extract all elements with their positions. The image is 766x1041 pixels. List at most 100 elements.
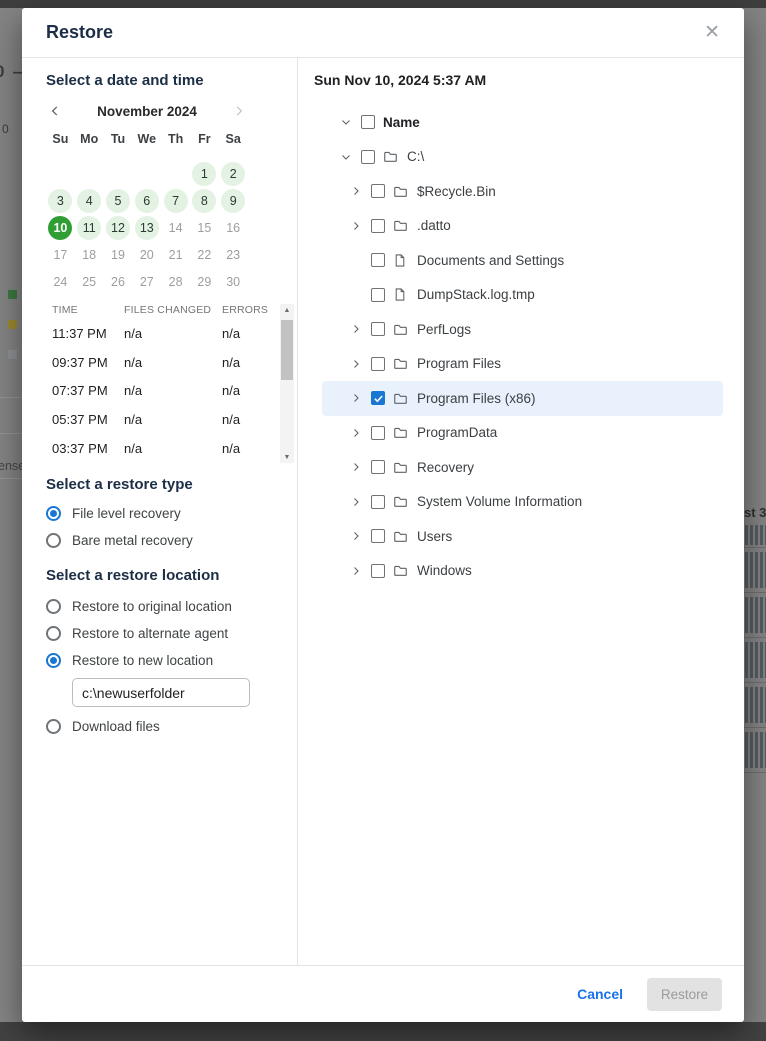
tree-row[interactable]: Windows bbox=[322, 554, 723, 589]
radio-button[interactable] bbox=[46, 626, 61, 641]
calendar-day[interactable]: 7 bbox=[163, 188, 188, 213]
tree-row[interactable]: PerfLogs bbox=[322, 312, 723, 347]
background-bottom-bar bbox=[0, 1022, 766, 1041]
calendar-day[interactable]: 13 bbox=[134, 215, 159, 240]
tree-row-label: Program Files bbox=[417, 356, 502, 372]
radio-option[interactable]: Restore to new location bbox=[46, 647, 273, 674]
calendar-day[interactable]: 3 bbox=[48, 188, 73, 213]
calendar-day[interactable]: 4 bbox=[77, 188, 102, 213]
checkbox[interactable] bbox=[371, 356, 385, 371]
calendar-day[interactable]: 10 bbox=[48, 215, 73, 240]
calendar-day[interactable]: 1 bbox=[192, 161, 217, 186]
calendar-prev-month-button[interactable] bbox=[46, 104, 64, 118]
calendar-next-month-button[interactable] bbox=[230, 104, 248, 118]
file-tree: Name C:\ $Recycle.Bin .datto Documents and S… bbox=[322, 105, 723, 588]
radio-button[interactable] bbox=[46, 719, 61, 734]
tree-row[interactable]: .datto bbox=[322, 209, 723, 244]
time-row[interactable]: 05:37 PM n/a n/a bbox=[46, 405, 294, 434]
radio-button[interactable] bbox=[46, 599, 61, 614]
radio-button[interactable] bbox=[46, 653, 61, 668]
close-icon[interactable]: ✕ bbox=[704, 23, 720, 42]
expand-toggle[interactable] bbox=[350, 461, 362, 473]
checkbox[interactable] bbox=[361, 115, 375, 130]
expand-toggle[interactable] bbox=[350, 530, 362, 542]
calendar-day[interactable]: 9 bbox=[221, 188, 246, 213]
checkbox[interactable] bbox=[371, 563, 385, 578]
restore-location-heading: Select a restore location bbox=[46, 567, 220, 584]
expand-toggle[interactable] bbox=[350, 358, 362, 370]
checkbox[interactable] bbox=[371, 460, 385, 475]
expand-toggle[interactable] bbox=[350, 185, 362, 197]
new-location-input[interactable] bbox=[72, 678, 250, 707]
errors-column-header: ERRORS bbox=[222, 304, 269, 316]
scrollbar-down-icon[interactable]: ▼ bbox=[280, 451, 294, 463]
time-scrollbar[interactable]: ▲ ▼ bbox=[280, 304, 294, 463]
time-row[interactable]: 09:37 PM n/a n/a bbox=[46, 348, 294, 377]
calendar-day[interactable]: 2 bbox=[221, 161, 246, 186]
radio-button[interactable] bbox=[46, 533, 61, 548]
scrollbar-up-icon[interactable]: ▲ bbox=[280, 304, 294, 316]
calendar-day[interactable]: 5 bbox=[105, 188, 130, 213]
calendar-day[interactable]: 12 bbox=[105, 215, 130, 240]
checkbox[interactable] bbox=[371, 322, 385, 337]
background-divider bbox=[744, 637, 766, 638]
radio-option[interactable]: File level recovery bbox=[46, 500, 273, 527]
chevron-right-icon bbox=[236, 106, 243, 116]
restore-type-heading: Select a restore type bbox=[46, 476, 193, 493]
expand-toggle[interactable] bbox=[350, 392, 362, 404]
calendar-day[interactable]: 6 bbox=[134, 188, 159, 213]
chevron-right-icon bbox=[354, 497, 359, 506]
checkbox[interactable] bbox=[361, 149, 375, 164]
calendar-day[interactable]: 11 bbox=[77, 215, 102, 240]
checkbox[interactable] bbox=[371, 287, 385, 302]
tree-row-label: PerfLogs bbox=[417, 321, 472, 337]
tree-row[interactable]: Program Files bbox=[322, 347, 723, 382]
background-text-fragment: 0 bbox=[2, 122, 9, 136]
expand-toggle[interactable] bbox=[350, 496, 362, 508]
radio-button[interactable] bbox=[46, 506, 61, 521]
checkbox[interactable] bbox=[371, 425, 385, 440]
chevron-right-icon bbox=[354, 394, 359, 403]
tree-row[interactable]: DumpStack.log.tmp bbox=[322, 278, 723, 313]
tree-header-row[interactable]: Name bbox=[322, 105, 723, 140]
time-value: 07:37 PM bbox=[52, 383, 108, 399]
checkbox[interactable] bbox=[371, 218, 385, 233]
tree-row[interactable]: Documents and Settings bbox=[322, 243, 723, 278]
checkbox[interactable] bbox=[371, 253, 385, 268]
radio-option[interactable]: Restore to original location bbox=[46, 593, 273, 620]
time-row[interactable]: 03:37 PM n/a n/a bbox=[46, 434, 294, 463]
radio-option[interactable]: Restore to alternate agent bbox=[46, 620, 273, 647]
files-changed-value: n/a bbox=[124, 412, 143, 428]
background-divider bbox=[0, 433, 22, 434]
restore-button[interactable]: Restore bbox=[647, 977, 722, 1011]
files-changed-value: n/a bbox=[124, 383, 143, 399]
tree-row[interactable]: System Volume Information bbox=[322, 485, 723, 520]
tree-row[interactable]: Program Files (x86) bbox=[322, 381, 723, 416]
calendar-empty-cell bbox=[46, 160, 75, 187]
checkbox[interactable] bbox=[371, 184, 385, 199]
scrollbar-thumb[interactable] bbox=[281, 320, 293, 380]
tree-row[interactable]: Recovery bbox=[322, 450, 723, 485]
expand-toggle[interactable] bbox=[350, 427, 362, 439]
expand-toggle[interactable] bbox=[350, 323, 362, 335]
radio-option[interactable]: Bare metal recovery bbox=[46, 527, 273, 554]
expand-toggle[interactable] bbox=[340, 116, 352, 128]
tree-row[interactable]: ProgramData bbox=[322, 416, 723, 451]
calendar-day[interactable]: 8 bbox=[192, 188, 217, 213]
tree-row[interactable]: Users bbox=[322, 519, 723, 554]
time-row[interactable]: 07:37 PM n/a n/a bbox=[46, 377, 294, 406]
tree-row-label: System Volume Information bbox=[417, 494, 583, 510]
checkbox[interactable] bbox=[371, 391, 385, 406]
time-row[interactable]: 11:37 PM n/a n/a bbox=[46, 319, 294, 348]
expand-toggle[interactable] bbox=[350, 565, 362, 577]
tree-row[interactable]: C:\ bbox=[322, 140, 723, 175]
cancel-button[interactable]: Cancel bbox=[577, 986, 623, 1002]
checkbox[interactable] bbox=[371, 494, 385, 509]
calendar-day: 27 bbox=[139, 274, 154, 289]
tree-row[interactable]: $Recycle.Bin bbox=[322, 174, 723, 209]
checkbox[interactable] bbox=[371, 529, 385, 544]
radio-option[interactable]: Download files bbox=[46, 713, 273, 740]
expand-toggle[interactable] bbox=[340, 151, 352, 163]
expand-toggle[interactable] bbox=[350, 220, 362, 232]
time-table-header: TIME FILES CHANGED ERRORS bbox=[46, 301, 294, 319]
